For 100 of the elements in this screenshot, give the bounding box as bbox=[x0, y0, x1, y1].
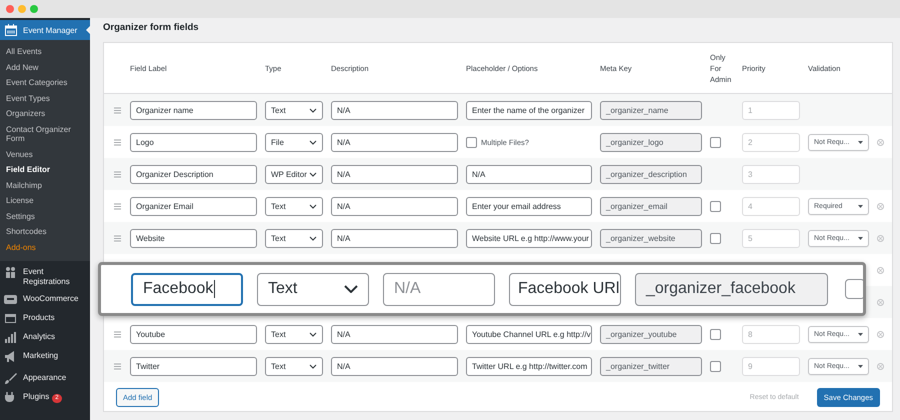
caret-icon bbox=[858, 332, 863, 336]
menu-label: Analytics bbox=[23, 332, 56, 341]
submenu-item[interactable]: Mailchimp bbox=[0, 178, 90, 193]
input-field[interactable]: Organizer Email bbox=[130, 196, 257, 216]
type-select[interactable]: WP Editor bbox=[265, 164, 323, 184]
type-select[interactable]: Text bbox=[257, 272, 369, 306]
input-field[interactable]: Enter the name of the organizer bbox=[466, 100, 592, 120]
close-window-button[interactable] bbox=[6, 5, 14, 13]
input-field[interactable]: N/A bbox=[331, 196, 458, 216]
remove-icon[interactable] bbox=[877, 202, 884, 210]
input-field[interactable]: N/A bbox=[466, 164, 592, 184]
input-field[interactable]: Youtube Channel URL e.g http://v bbox=[466, 324, 592, 344]
caret-icon bbox=[858, 236, 863, 240]
chevron-down-icon bbox=[309, 364, 317, 368]
submenu-item[interactable]: Field Editor bbox=[0, 162, 90, 178]
chevron-down-icon bbox=[309, 332, 317, 336]
meta-key-field: _organizer_logo bbox=[600, 132, 702, 152]
menu-item[interactable]: Products bbox=[0, 310, 90, 329]
drag-handle-icon[interactable] bbox=[114, 330, 120, 338]
type-select[interactable]: Text bbox=[265, 324, 323, 344]
menu-label: WooCommerce bbox=[23, 294, 78, 303]
type-select[interactable]: Text bbox=[265, 228, 323, 248]
checkbox[interactable] bbox=[710, 136, 721, 148]
checkbox[interactable] bbox=[710, 360, 721, 372]
menu-item[interactable]: Appearance bbox=[0, 370, 90, 389]
input-field[interactable]: Facebook URl bbox=[509, 272, 621, 306]
bar-chart-icon bbox=[4, 331, 17, 344]
drag-handle-icon[interactable] bbox=[114, 106, 120, 114]
menu-label: Plugins bbox=[23, 392, 50, 401]
drag-handle-icon[interactable] bbox=[114, 138, 120, 146]
menu-label: Marketing bbox=[23, 351, 58, 360]
meta-key-field: _organizer_website bbox=[600, 228, 702, 248]
input-field[interactable]: Youtube bbox=[130, 324, 257, 344]
remove-icon[interactable] bbox=[877, 138, 884, 146]
submenu-item[interactable]: All Events bbox=[0, 44, 90, 60]
input-field[interactable]: N/A bbox=[331, 132, 458, 152]
drag-handle-icon[interactable] bbox=[114, 170, 120, 178]
remove-icon[interactable] bbox=[877, 298, 884, 306]
type-select[interactable]: File bbox=[265, 132, 323, 152]
submenu-item[interactable]: Add New bbox=[0, 60, 90, 75]
checkbox[interactable] bbox=[466, 136, 477, 148]
input-field[interactable]: N/A bbox=[331, 324, 458, 344]
submenu-item[interactable]: Event Categories bbox=[0, 75, 90, 90]
type-select[interactable]: Text bbox=[265, 356, 323, 376]
input-field[interactable]: Logo bbox=[130, 132, 257, 152]
drag-handle-icon[interactable] bbox=[114, 202, 120, 210]
input-field[interactable]: Enter your email address bbox=[466, 196, 592, 216]
input-field[interactable]: N/A bbox=[331, 356, 458, 376]
section-title: Organizer form fields bbox=[103, 21, 200, 35]
maximize-window-button[interactable] bbox=[30, 5, 38, 13]
type-select[interactable]: Text bbox=[265, 196, 323, 216]
store-icon bbox=[4, 293, 17, 306]
menu-label: Event Manager bbox=[23, 26, 78, 34]
drag-handle-icon[interactable] bbox=[114, 234, 120, 242]
input-field[interactable]: Facebook bbox=[131, 272, 243, 306]
menu-item[interactable]: Event Manager bbox=[0, 20, 90, 40]
minimize-window-button[interactable] bbox=[18, 5, 26, 13]
submenu-item[interactable]: Contact Organizer Form bbox=[0, 122, 90, 146]
remove-icon[interactable] bbox=[877, 266, 884, 274]
caret-icon bbox=[858, 140, 863, 144]
type-select[interactable]: Text bbox=[265, 100, 323, 120]
submenu-item[interactable]: License bbox=[0, 193, 90, 208]
checkbox[interactable] bbox=[710, 200, 721, 212]
input-field[interactable]: N/A bbox=[331, 228, 458, 248]
checkbox[interactable] bbox=[710, 232, 721, 244]
plug-icon bbox=[4, 391, 17, 404]
menu-item[interactable]: Analytics bbox=[0, 329, 90, 348]
menu-label: Products bbox=[23, 313, 55, 322]
input-field[interactable]: N/A bbox=[331, 100, 458, 120]
submenu-item[interactable]: Settings bbox=[0, 208, 90, 224]
remove-icon[interactable] bbox=[877, 234, 884, 242]
box-icon bbox=[4, 312, 17, 325]
submenu-item[interactable]: Organizers bbox=[0, 106, 90, 122]
remove-icon[interactable] bbox=[877, 362, 884, 370]
menu-item[interactable]: Event Registrations bbox=[0, 264, 90, 291]
menu-item[interactable]: WooCommerce bbox=[0, 291, 90, 310]
checkbox[interactable] bbox=[845, 279, 863, 299]
meta-key-field: _organizer_facebook bbox=[635, 272, 828, 306]
drag-handle-icon[interactable] bbox=[114, 362, 120, 370]
menu-item[interactable]: Marketing bbox=[0, 348, 90, 367]
meta-key-field: _organizer_name bbox=[600, 100, 702, 120]
chevron-down-icon bbox=[309, 140, 317, 144]
submenu-item[interactable]: Event Types bbox=[0, 90, 90, 106]
input-field[interactable]: Website bbox=[130, 228, 257, 248]
submenu-item[interactable]: Add-ons bbox=[0, 240, 90, 255]
submenu-item[interactable]: Venues bbox=[0, 146, 90, 162]
caret-icon bbox=[858, 364, 863, 368]
checkbox[interactable] bbox=[710, 328, 721, 340]
meta-key-field: _organizer_email bbox=[600, 196, 702, 216]
input-field[interactable]: Organizer Description bbox=[130, 164, 257, 184]
input-field[interactable]: N/A bbox=[331, 164, 458, 184]
submenu-item[interactable]: Shortcodes bbox=[0, 224, 90, 240]
input-field[interactable]: Organizer name bbox=[130, 100, 257, 120]
remove-icon[interactable] bbox=[877, 330, 884, 338]
chevron-down-icon bbox=[309, 108, 317, 112]
input-field[interactable]: Twitter bbox=[130, 356, 257, 376]
input-field[interactable]: Website URL e.g http://www.your bbox=[466, 228, 592, 248]
meta-key-field: _organizer_youtube bbox=[600, 324, 702, 344]
megaphone-icon bbox=[4, 350, 17, 363]
input-field[interactable]: Twitter URL e.g http://twitter.com bbox=[466, 356, 592, 376]
